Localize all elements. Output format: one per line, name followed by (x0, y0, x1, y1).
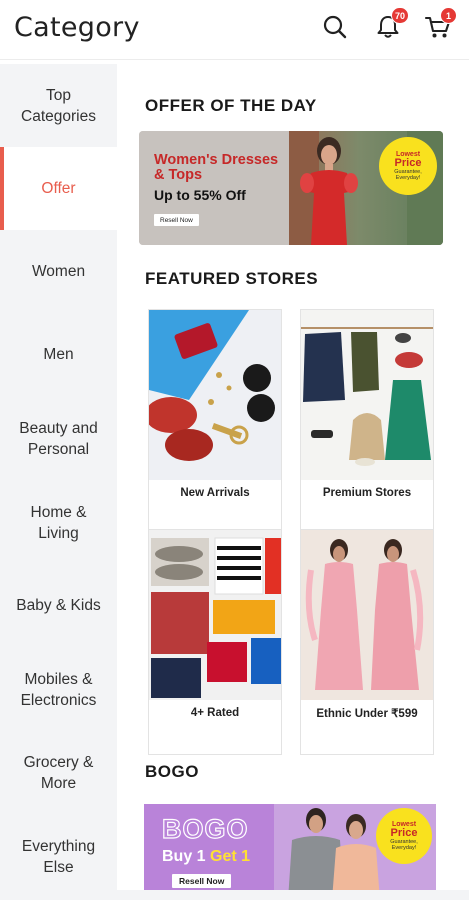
bogo-offer-line: Buy 1 Get 1 (162, 848, 250, 866)
offer-banner[interactable]: Lowest Price Guarantee, Everyday! Women'… (139, 131, 443, 245)
bogo-title: BOGO (145, 762, 199, 781)
offer-of-the-day-title: OFFER OF THE DAY (145, 96, 317, 115)
bogo-resell-now-button[interactable]: Resell Now (172, 874, 232, 888)
bogo-big-text: BOGO (161, 813, 249, 844)
banner-headline-line: & Tops (154, 167, 203, 183)
store-card-new-arrivals[interactable]: New Arrivals (148, 309, 282, 535)
sidebar-item-grocery-and-more[interactable]: Grocery & More (0, 731, 117, 814)
sidebar-item-men[interactable]: Men (0, 313, 117, 396)
sidebar-item-label: Home & Living (30, 503, 87, 542)
main-content: OFFER OF THE DAY Lowest Price Guarantee,… (117, 64, 469, 900)
sidebar-item-label: Women (31, 263, 86, 280)
search-icon[interactable] (320, 12, 350, 42)
sidebar-item-label: Men (43, 346, 74, 363)
store-card-label: Ethnic Under ₹599 (316, 708, 418, 720)
sidebar-item-beauty-and-personal[interactable]: Beauty and Personal (0, 397, 117, 480)
banner-photo-panel: Lowest Price Guarantee, Everyday! (289, 131, 443, 245)
sidebar-item-label: Top Categories (21, 86, 96, 125)
seal-line: Everyday! (395, 175, 421, 181)
sidebar-item-label: Everything Else (21, 837, 96, 876)
app-header: Category 70 1 (0, 0, 469, 60)
sidebar-item-label: Grocery & More (23, 753, 94, 792)
banner-headline: Women's Dresses & Tops (154, 153, 278, 183)
premium-stores-image (301, 310, 433, 480)
store-card-label: 4+ Rated (190, 707, 240, 719)
banner-headline-line: Women's Dresses (154, 152, 279, 168)
store-card-label: New Arrivals (180, 487, 250, 499)
seal-line: Price (390, 827, 418, 839)
bottom-edge (0, 890, 469, 900)
4-plus-rated-image (149, 530, 281, 700)
bogo-banner[interactable]: BOGO Buy 1 Get 1 Resell Now Lowest Price… (144, 804, 436, 900)
sidebar-item-mobiles-and-electronics[interactable]: Mobiles & Electronics (0, 648, 117, 731)
store-card-label: Premium Stores (322, 487, 412, 499)
sidebar-item-label: Mobiles & Electronics (20, 670, 97, 709)
notification-count-badge: 70 (390, 7, 409, 24)
sidebar-item-home-and-living[interactable]: Home & Living (0, 481, 117, 564)
sidebar-item-label: Beauty and Personal (19, 419, 98, 458)
ethnic-image (301, 530, 433, 700)
sidebar-item-label: Offer (41, 180, 76, 197)
lowest-price-seal: Lowest Price Guarantee, Everyday! (376, 808, 432, 864)
lowest-price-seal: Lowest Price Guarantee, Everyday! (379, 137, 437, 195)
sidebar-item-top-categories[interactable]: Top Categories (0, 64, 117, 147)
sidebar-item-offer[interactable]: Offer (0, 147, 117, 230)
featured-stores-title: FEATURED STORES (145, 269, 319, 288)
page-title: Category (14, 12, 140, 43)
sidebar-item-label: Baby & Kids (16, 597, 101, 614)
sidebar-item-everything-else[interactable]: Everything Else (0, 815, 117, 898)
store-card-ethnic-under-599[interactable]: Ethnic Under ₹599 (300, 529, 434, 755)
cart-icon[interactable]: 1 (423, 7, 457, 42)
new-arrivals-image (149, 310, 281, 480)
bogo-offer-part: Buy 1 (162, 848, 211, 865)
seal-line: Everyday! (391, 845, 417, 851)
category-sidebar: Top Categories Offer Women Men Beauty an… (0, 64, 117, 890)
sidebar-item-baby-and-kids[interactable]: Baby & Kids (0, 564, 117, 647)
seal-line: Price (394, 157, 422, 169)
banner-discount-text: Up to 55% Off (154, 187, 246, 203)
bogo-offer-highlight: Get 1 (210, 848, 251, 865)
store-card-premium-stores[interactable]: Premium Stores (300, 309, 434, 535)
notification-bell-icon[interactable]: 70 (373, 7, 409, 42)
resell-now-button[interactable]: Resell Now (154, 214, 199, 226)
sidebar-item-women[interactable]: Women (0, 230, 117, 313)
store-card-4-plus-rated[interactable]: 4+ Rated (148, 529, 282, 755)
cart-count-badge: 1 (440, 7, 457, 24)
